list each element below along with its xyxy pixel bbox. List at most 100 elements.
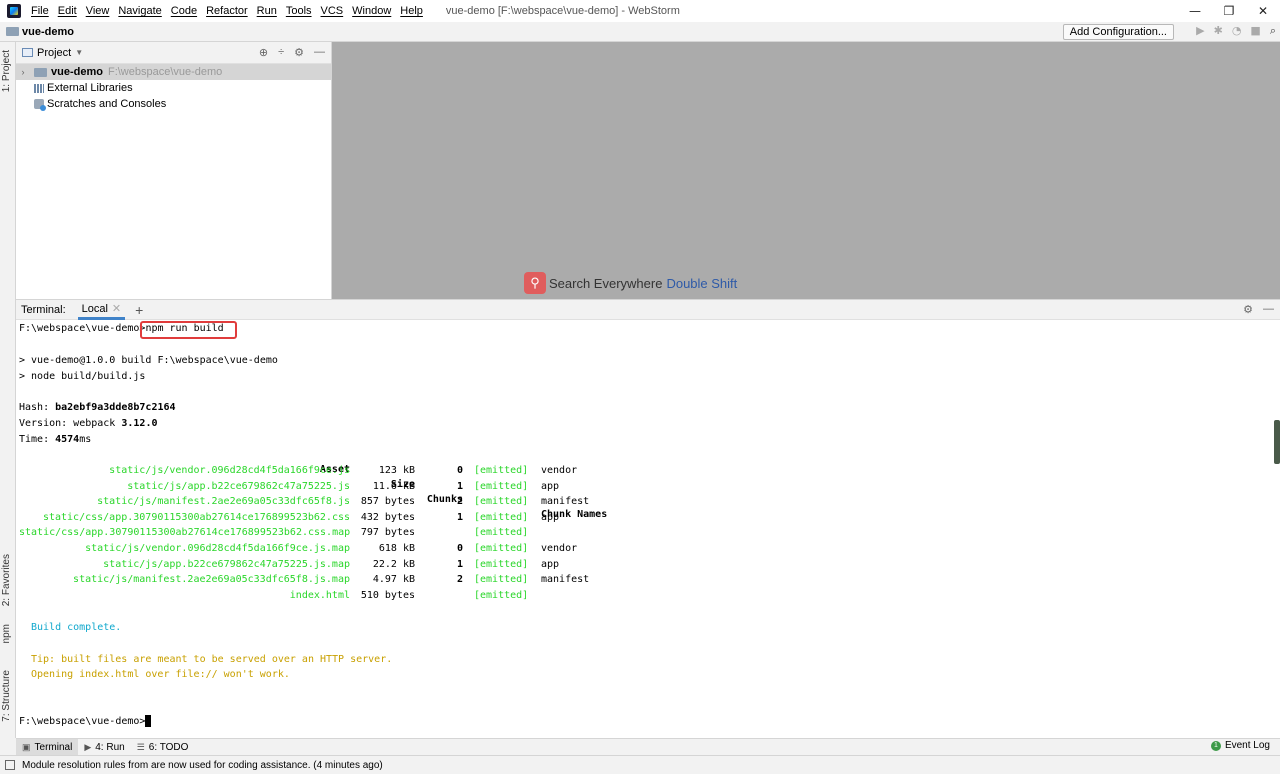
asset-size: 618 kB [378, 543, 415, 554]
menu-bar: File Edit View Navigate Code Refactor Run Tools… [31, 5, 432, 17]
menu-run[interactable]: Run [257, 5, 277, 17]
search-hint-label: Search Everywhere [549, 275, 663, 291]
tree-item-path: F:\webspace\vue-demo [107, 66, 223, 78]
tree-item-external-libraries[interactable]: External Libraries [16, 80, 331, 96]
asset-chunk-name: vendor [541, 465, 578, 476]
tree-item-scratches[interactable]: Scratches and Consoles [16, 96, 331, 112]
left-tool-strip: 1: Project 2: Favorites npm 7: Structure [0, 42, 16, 738]
hash-value: ba2ebf9a3dde8b7c2164 [55, 402, 176, 413]
asset-name: static/js/vendor.096d28cd4f5da166f9ce.js… [85, 543, 350, 554]
title-bar: File Edit View Navigate Code Refactor Run Tools… [0, 0, 1280, 22]
close-icon[interactable]: ✕ [112, 303, 121, 315]
gear-icon[interactable]: ⚙ [294, 46, 304, 59]
node-line: > node build/build.js [19, 371, 146, 382]
status-message[interactable]: Module resolution rules from are now use… [22, 760, 383, 771]
version-label: Version: webpack [19, 418, 122, 429]
asset-name: static/js/manifest.2ae2e69a05c33dfc65f8.… [73, 574, 350, 586]
asset-chunks: 1 [456, 480, 463, 492]
asset-size: 432 bytes [360, 511, 415, 523]
scratches-icon [34, 99, 46, 111]
asset-chunks: 1 [456, 511, 463, 523]
terminal-tools: ⚙ — [1243, 303, 1274, 316]
chevron-right-icon[interactable]: › [16, 67, 30, 77]
tab-favorites[interactable]: 2: Favorites [1, 554, 12, 606]
chevron-down-icon[interactable]: ▼ [75, 48, 83, 57]
asset-emitted: [emitted] [474, 527, 529, 539]
asset-size: 11.6 kB [372, 480, 415, 492]
asset-row: index.html 510 bytes [emitted] [16, 588, 716, 603]
menu-code[interactable]: Code [171, 5, 197, 17]
search-hint-shortcut: Double Shift [666, 275, 738, 291]
list-icon: ☰ [136, 741, 145, 752]
version-value: 3.12.0 [121, 418, 158, 429]
final-prompt: F:\webspace\vue-demo> [19, 716, 146, 727]
project-view-selector[interactable]: Project [37, 47, 71, 59]
run-line: > vue-demo@1.0.0 build F:\webspace\vue-d… [19, 355, 278, 366]
locate-icon[interactable]: ⊕ [259, 46, 268, 59]
hash-label: Hash: [19, 402, 56, 413]
menu-file[interactable]: File [31, 5, 49, 17]
tree-item-vue-demo[interactable]: › vue-demo F:\webspace\vue-demo [16, 64, 331, 80]
minimize-button[interactable]: — [1178, 0, 1212, 22]
asset-chunk-name: manifest [541, 574, 590, 586]
status-toggle-icon[interactable] [5, 760, 15, 770]
menu-tools[interactable]: Tools [286, 5, 312, 17]
asset-chunk-name: vendor [541, 543, 578, 554]
hide-icon[interactable]: — [314, 46, 325, 59]
menu-vcs[interactable]: VCS [321, 5, 344, 17]
asset-chunks: 1 [456, 558, 463, 570]
asset-size: 4.97 kB [372, 574, 415, 586]
hide-icon[interactable]: — [1263, 303, 1274, 316]
menu-refactor[interactable]: Refactor [206, 5, 248, 17]
restore-button[interactable]: ❐ [1212, 0, 1246, 22]
menu-navigate[interactable]: Navigate [118, 5, 161, 17]
asset-chunks: 2 [456, 574, 463, 586]
asset-chunk-name: app [541, 511, 560, 523]
scrollbar-marker[interactable] [1274, 420, 1280, 464]
asset-emitted: [emitted] [474, 496, 529, 508]
window-title: vue-demo [F:\webspace\vue-demo] - WebSto… [445, 5, 680, 17]
bottom-tool-tabs: ▣ Terminal ▶ 4: Run ☰ 6: TODO 1 Event Log [16, 738, 1280, 756]
library-icon [34, 83, 44, 93]
debug-icon[interactable]: ✱ [1214, 24, 1223, 38]
coverage-icon[interactable]: ◔ [1232, 24, 1242, 38]
tab-project[interactable]: 1: Project [1, 50, 12, 92]
asset-emitted: [emitted] [474, 558, 529, 570]
tab-run[interactable]: ▶ 4: Run [78, 739, 130, 756]
stop-icon[interactable]: ■ [1250, 24, 1260, 38]
asset-name: static/js/app.b22ce679862c47a75225.js [127, 480, 350, 492]
tab-npm[interactable]: npm [1, 624, 12, 643]
tab-terminal[interactable]: ▣ Terminal [16, 738, 79, 756]
run-icon: ▶ [84, 741, 92, 752]
navigation-bar: vue-demo Add Configuration... ▶ ✱ ◔ ■ ⌕ [0, 22, 1280, 42]
asset-chunk-name: app [541, 480, 560, 492]
tab-local[interactable]: Local ✕ [77, 299, 126, 320]
add-tab-icon[interactable]: + [135, 302, 143, 318]
asset-name: static/js/app.b22ce679862c47a75225.js.ma… [103, 558, 350, 570]
asset-row: static/js/vendor.096d28cd4f5da166f9ce.js… [16, 541, 716, 556]
search-icon[interactable]: ⌕ [1270, 24, 1276, 38]
close-button[interactable]: ✕ [1246, 0, 1280, 22]
tip-line-1: Tip: built files are meant to be served … [31, 654, 393, 665]
asset-size: 123 kB [378, 465, 415, 476]
tab-structure[interactable]: 7: Structure [1, 670, 12, 722]
asset-emitted: [emitted] [474, 574, 529, 586]
gear-icon[interactable]: ⚙ [1243, 303, 1253, 316]
collapse-icon[interactable]: ÷ [278, 46, 284, 59]
tip-line-2: Opening index.html over file:// won't wo… [31, 669, 290, 680]
menu-window[interactable]: Window [352, 5, 391, 17]
tab-todo[interactable]: ☰ 6: TODO [131, 739, 195, 756]
menu-view[interactable]: View [86, 5, 110, 17]
asset-row: static/js/manifest.2ae2e69a05c33dfc65f8.… [16, 494, 716, 509]
add-configuration-button[interactable]: Add Configuration... [1062, 24, 1174, 40]
breadcrumb-project[interactable]: vue-demo [22, 26, 74, 38]
menu-edit[interactable]: Edit [58, 5, 77, 17]
terminal-output[interactable]: F:\webspace\vue-demo>npm run build > vue… [16, 320, 1280, 738]
event-log-button[interactable]: 1 Event Log [1210, 740, 1270, 751]
asset-size: 22.2 kB [372, 558, 415, 570]
menu-help[interactable]: Help [400, 5, 423, 17]
run-icon[interactable]: ▶ [1196, 24, 1204, 38]
event-log-icon: 1 [1210, 740, 1221, 751]
asset-emitted: [emitted] [474, 480, 529, 492]
terminal-title: Terminal: [21, 303, 66, 316]
